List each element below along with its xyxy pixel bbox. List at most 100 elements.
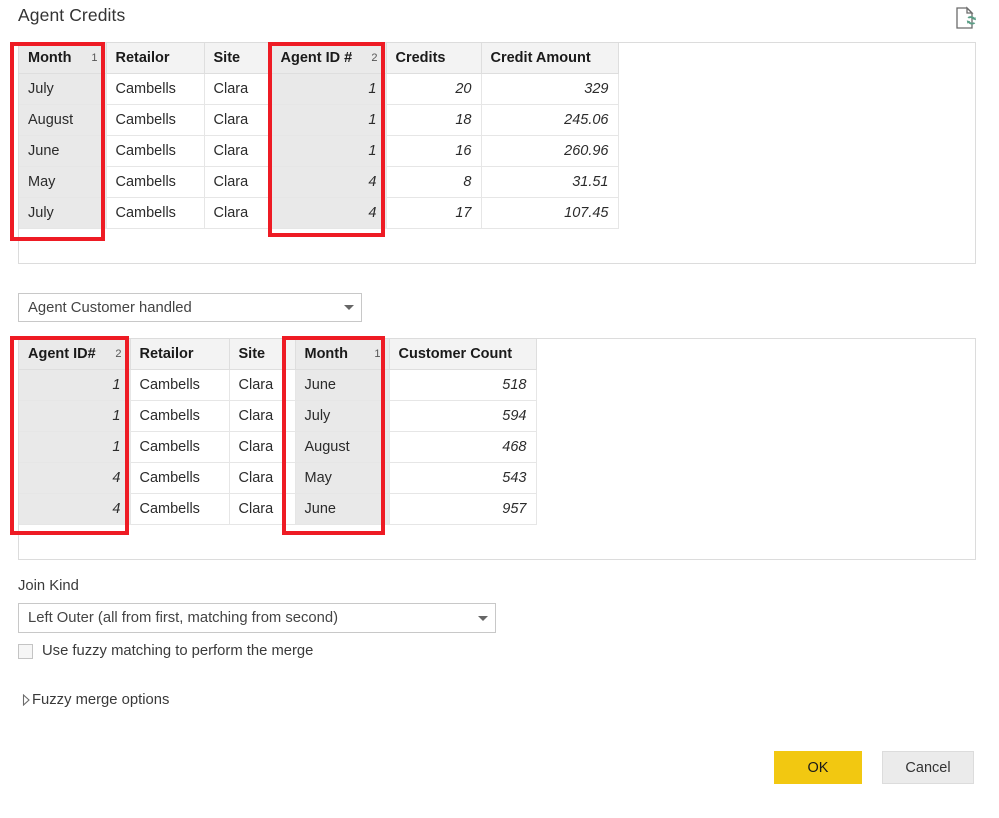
- second-table-select[interactable]: Agent Customer handled: [18, 293, 362, 322]
- column-header-month[interactable]: Month 1: [295, 339, 390, 370]
- column-header-site[interactable]: Site: [204, 43, 272, 74]
- table-cell: Cambells: [130, 431, 230, 463]
- column-header-label: Month: [28, 49, 72, 66]
- table-cell: 1: [271, 135, 387, 167]
- table-row: 1 Cambells Clara July 594: [19, 400, 537, 432]
- column-header-label: Retailor: [139, 345, 194, 362]
- table-cell: Clara: [229, 369, 296, 401]
- table-cell: Clara: [229, 431, 296, 463]
- column-header-agent-id[interactable]: Agent ID# 2: [19, 339, 131, 370]
- column-header-customer-count[interactable]: Customer Count: [389, 339, 537, 370]
- table-cell: Clara: [229, 462, 296, 494]
- table-cell: 1: [19, 431, 131, 463]
- sort-order-indicator: 1: [91, 51, 98, 64]
- column-header-label: Retailor: [115, 49, 170, 66]
- table-cell: 594: [389, 400, 537, 432]
- table-cell: Cambells: [130, 369, 230, 401]
- refresh-document-icon[interactable]: [951, 5, 981, 33]
- table-cell: 518: [389, 369, 537, 401]
- triangle-right-icon[interactable]: [16, 694, 30, 706]
- fuzzy-matching-checkbox-row[interactable]: Use fuzzy matching to perform the merge: [18, 643, 313, 659]
- table-cell: 16: [386, 135, 482, 167]
- top-preview-table: Month 1 Retailor Site Agent ID # 2 Credits Cred…: [19, 43, 619, 229]
- column-header-retailor[interactable]: Retailor: [130, 339, 230, 370]
- table-cell: Cambells: [106, 166, 205, 198]
- column-header-label: Site: [238, 345, 266, 362]
- column-header-label: Site: [213, 49, 241, 66]
- chevron-down-icon[interactable]: [471, 615, 495, 621]
- table-cell: 1: [271, 104, 387, 136]
- table-cell: 20: [386, 73, 482, 105]
- table-cell: July: [295, 400, 390, 432]
- fuzzy-merge-options-expander[interactable]: Fuzzy merge options: [16, 692, 169, 708]
- ok-button[interactable]: OK: [774, 751, 862, 784]
- column-header-label: Customer Count: [398, 345, 513, 362]
- second-table-select-value: Agent Customer handled: [28, 299, 192, 316]
- table-cell: 957: [389, 493, 537, 525]
- column-header-retailor[interactable]: Retailor: [106, 43, 205, 74]
- join-kind-select-value: Left Outer (all from first, matching fro…: [28, 610, 339, 626]
- column-header-label: Month: [304, 345, 348, 362]
- table-row: 1 Cambells Clara August 468: [19, 431, 537, 463]
- table-cell: May: [295, 462, 390, 494]
- table-cell: 245.06: [481, 104, 619, 136]
- table-cell: Cambells: [130, 493, 230, 525]
- table-row: 4 Cambells Clara June 957: [19, 493, 537, 525]
- table-row: July Cambells Clara 1 20 329: [19, 73, 619, 105]
- table-cell: June: [295, 493, 390, 525]
- join-kind-label: Join Kind: [18, 578, 79, 594]
- column-header-month[interactable]: Month 1: [19, 43, 107, 74]
- table-cell: 18: [386, 104, 482, 136]
- column-header-credit-amount[interactable]: Credit Amount: [481, 43, 619, 74]
- table-cell: 543: [389, 462, 537, 494]
- chevron-down-icon[interactable]: [337, 305, 361, 310]
- column-header-label: Credits: [395, 49, 446, 66]
- table-cell: Cambells: [106, 73, 205, 105]
- table-cell: June: [19, 135, 107, 167]
- table-header-row: Agent ID# 2 Retailor Site Month 1 Customer Cou…: [19, 339, 537, 370]
- column-header-credits[interactable]: Credits: [386, 43, 482, 74]
- table-cell: July: [19, 73, 107, 105]
- table-cell: 4: [19, 462, 131, 494]
- table-cell: Cambells: [130, 400, 230, 432]
- table-cell: Clara: [204, 166, 272, 198]
- table-cell: 4: [19, 493, 131, 525]
- table-cell: August: [19, 104, 107, 136]
- table-cell: 8: [386, 166, 482, 198]
- table-cell: 260.96: [481, 135, 619, 167]
- table-cell: May: [19, 166, 107, 198]
- table-cell: Clara: [204, 135, 272, 167]
- fuzzy-matching-checkbox[interactable]: [18, 643, 33, 659]
- fuzzy-matching-label: Use fuzzy matching to perform the merge: [42, 643, 314, 659]
- join-kind-select[interactable]: Left Outer (all from first, matching fro…: [18, 603, 496, 633]
- table-cell: Cambells: [106, 135, 205, 167]
- table-cell: Clara: [204, 104, 272, 136]
- page-title: Agent Credits: [18, 5, 126, 25]
- table-cell: June: [295, 369, 390, 401]
- bottom-table-preview-pane: Agent ID# 2 Retailor Site Month 1 Customer Cou…: [18, 338, 976, 560]
- column-header-site[interactable]: Site: [229, 339, 296, 370]
- table-cell: Clara: [204, 197, 272, 229]
- table-row: June Cambells Clara 1 16 260.96: [19, 135, 619, 167]
- merge-dialog: Agent Credits Month 1 Retailor Site Agent ID…: [0, 0, 999, 818]
- table-cell: 468: [389, 431, 537, 463]
- table-cell: July: [19, 197, 107, 229]
- table-cell: Clara: [204, 73, 272, 105]
- table-cell: 4: [271, 166, 387, 198]
- bottom-preview-table: Agent ID# 2 Retailor Site Month 1 Customer Cou…: [19, 339, 537, 525]
- cancel-button[interactable]: Cancel: [882, 751, 974, 784]
- table-row: 4 Cambells Clara May 543: [19, 462, 537, 494]
- sort-order-indicator: 2: [371, 51, 378, 64]
- column-header-agent-id[interactable]: Agent ID # 2: [271, 43, 387, 74]
- table-cell: Cambells: [106, 104, 205, 136]
- table-cell: Clara: [229, 400, 296, 432]
- column-header-label: Agent ID#: [28, 345, 96, 362]
- table-cell: 17: [386, 197, 482, 229]
- column-header-label: Credit Amount: [490, 49, 591, 66]
- table-row: 1 Cambells Clara June 518: [19, 369, 537, 401]
- table-body: July Cambells Clara 1 20 329 August Cambells Cla…: [19, 73, 619, 229]
- sort-order-indicator: 1: [374, 347, 381, 360]
- table-cell: August: [295, 431, 390, 463]
- table-cell: Cambells: [106, 197, 205, 229]
- table-row: May Cambells Clara 4 8 31.51: [19, 166, 619, 198]
